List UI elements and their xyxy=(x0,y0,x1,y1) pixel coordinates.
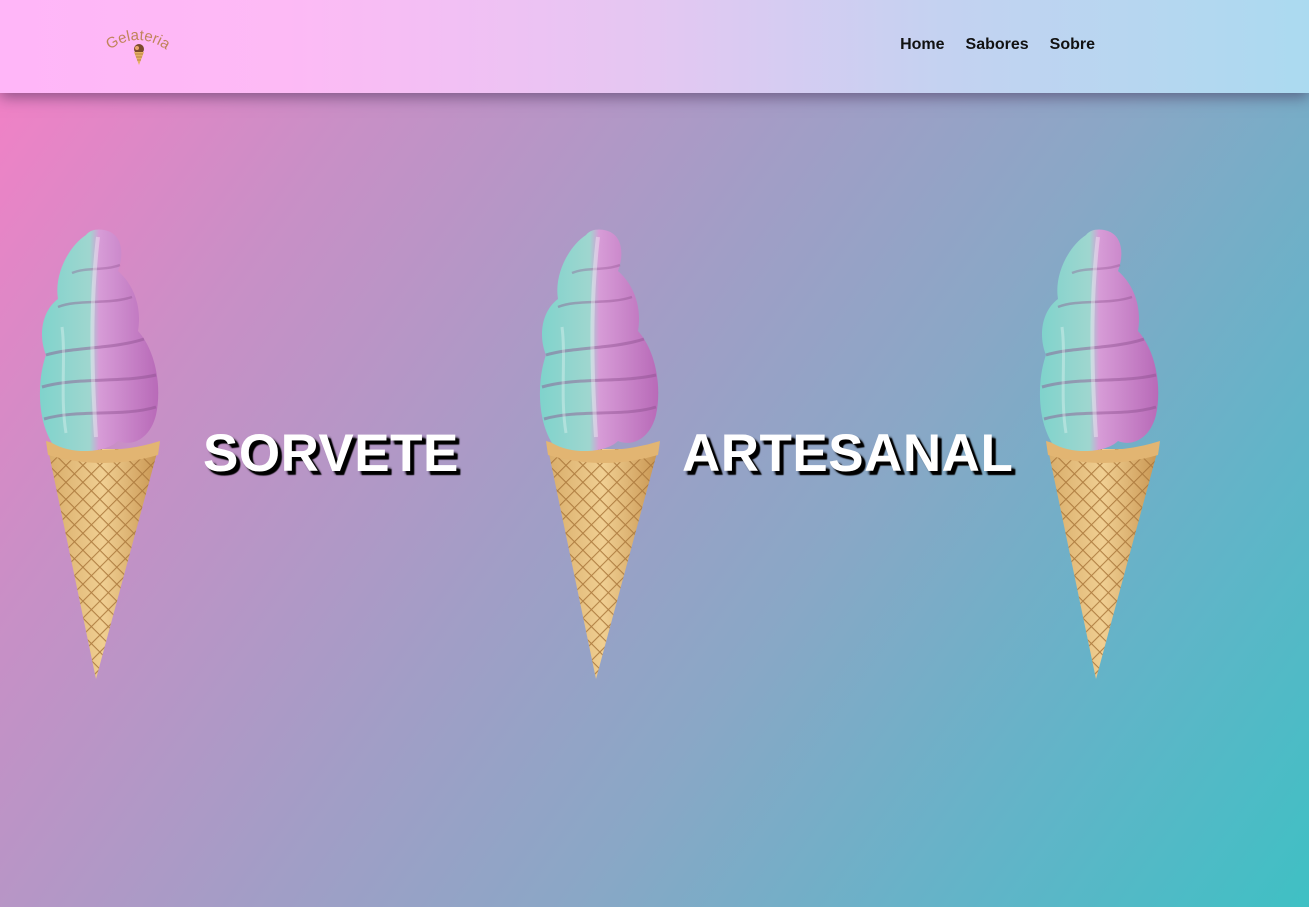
ice-cream-icon xyxy=(134,44,144,65)
navbar: Gelateria Home Sabores Sobre xyxy=(0,0,1309,93)
hero-word-sorvete: SORVETE xyxy=(203,424,459,483)
ice-cream-cone-image xyxy=(537,227,662,681)
nav-sabores[interactable]: Sabores xyxy=(966,36,1029,54)
main-nav: Home Sabores Sobre xyxy=(900,36,1095,54)
hero-word-artesanal: ARTESANAL xyxy=(682,424,1014,483)
ice-cream-cone-image xyxy=(1037,227,1162,681)
ice-cream-cone-image xyxy=(37,227,163,681)
gelateria-logo[interactable]: Gelateria xyxy=(100,22,176,68)
nav-home[interactable]: Home xyxy=(900,36,944,54)
hero-section: SORVETE ARTESANAL xyxy=(0,93,1309,907)
nav-sobre[interactable]: Sobre xyxy=(1050,36,1095,54)
